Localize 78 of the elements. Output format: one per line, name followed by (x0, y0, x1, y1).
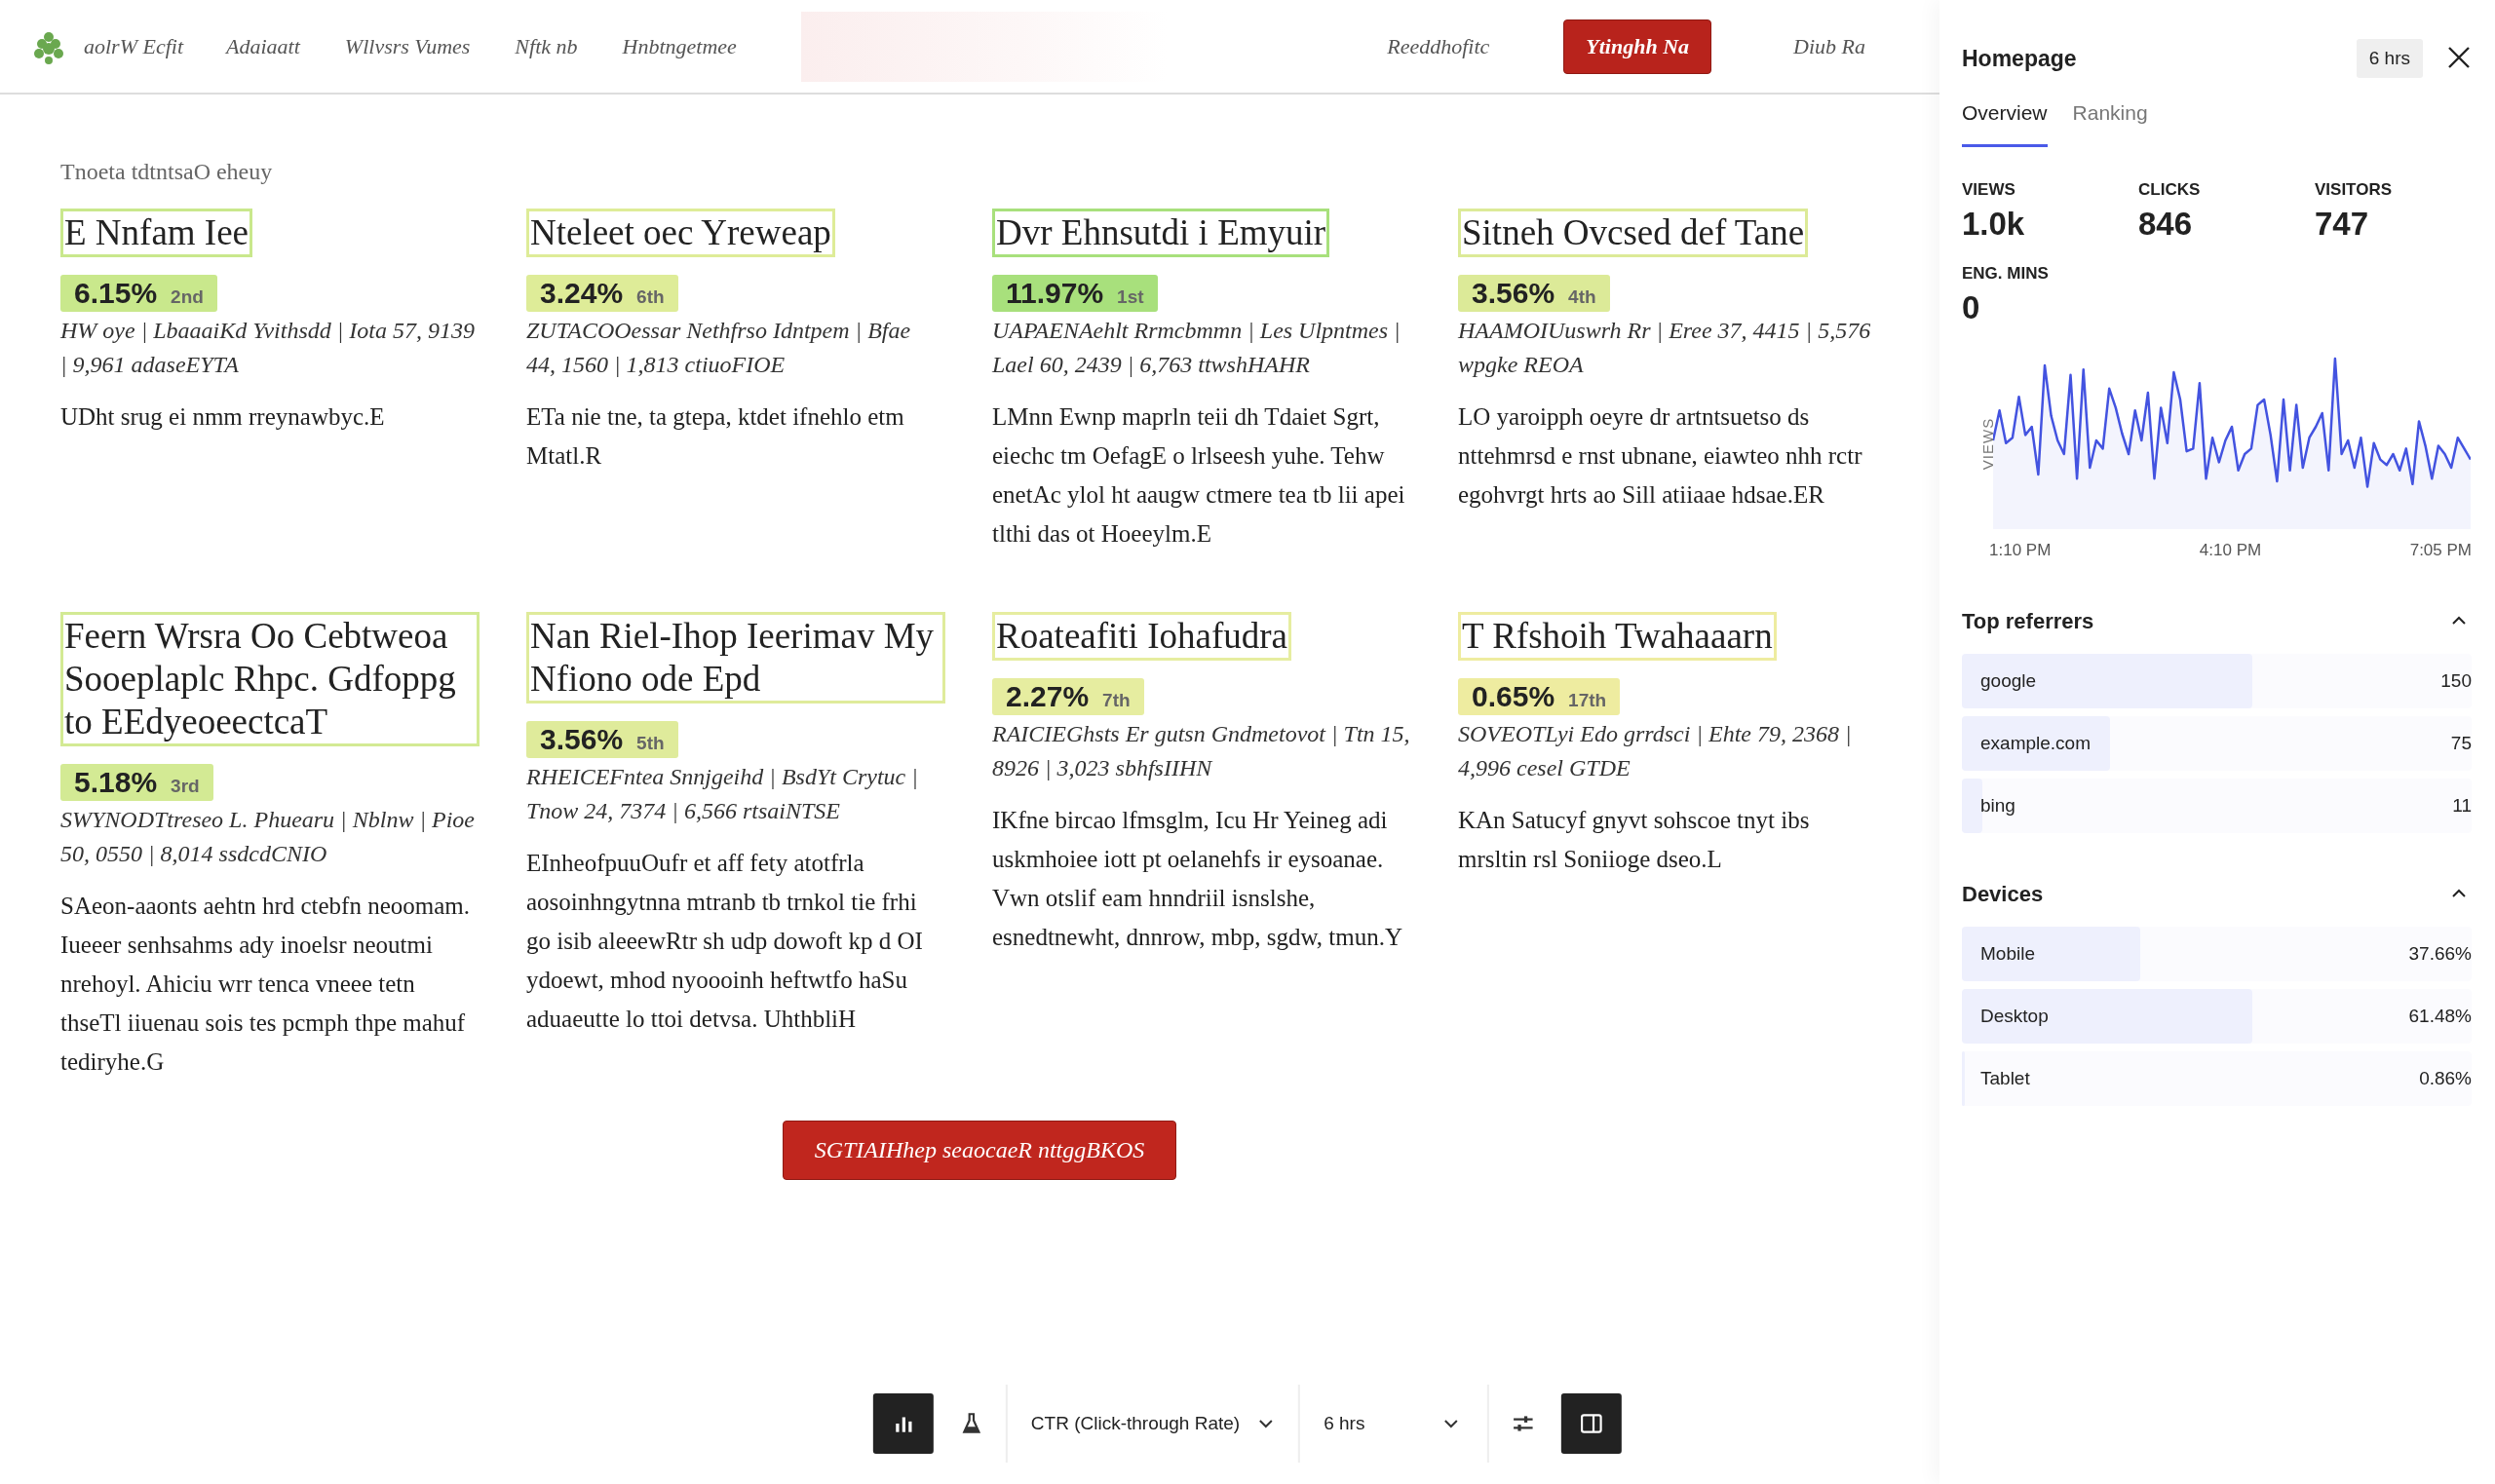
nav-link[interactable]: Nftk nb (515, 33, 578, 59)
nav-link[interactable]: Diub Ra (1793, 33, 1865, 59)
section-heading: Devices (1962, 882, 2044, 907)
stat-label: CLICKS (2138, 180, 2202, 200)
item-value: 11 (2452, 795, 2472, 817)
stat-value: 1.0k (1962, 206, 2026, 243)
article-meta: UAPAENAehlt Rrmcbmmn | Les Ulpntmes | Lael 60, 2439 | 6,763 ttwshHAHR (992, 317, 1401, 379)
item-label: google (1979, 670, 2038, 692)
article-title[interactable]: Sitneh Ovcsed def Tane (1458, 209, 1809, 257)
article-title[interactable]: E Nnfam Iee (60, 209, 252, 257)
item-label: example.com (1979, 733, 2092, 754)
ctr-badge: 0.65% 17th (1458, 678, 1621, 715)
article-title[interactable]: Nteleet oec Yreweap (526, 209, 835, 257)
article-summary: SAeon-aaonts aehtn hrd ctebfn neoomam. Iueeer senhsahms ady inoelsr neoutmi nrehoyl. Ahiciu wrr tenca vneee tetn thseTl iiuenau sois tes pcmph thpe mahuf tediryhe.G (60, 892, 471, 1077)
article-meta: HAAMOIUuswrh Rr | Eree 37, 4415 | 5,576 wpgke REOA (1458, 317, 1872, 379)
section-heading: Top referrers (1962, 609, 2094, 634)
article-title[interactable]: Feern Wrsra Oo Cebtweoa Sooeplaplc Rhpc. Gdfoppg to EEdyeoeectcaT (60, 612, 480, 746)
axis-label: 7:05 PM (2409, 541, 2472, 560)
article-meta: RAICIEGhsts Er gutsn Gndmetovot | Ttn 15, 8926 | 3,023 sbhfsIIHN (992, 720, 1411, 782)
nav-link[interactable]: Reeddhofitc (1387, 33, 1490, 59)
nav-link[interactable]: Hnbtngetmee (622, 33, 737, 59)
chevron-up-icon (2450, 887, 2468, 899)
nav-link[interactable]: Wllvsrs Vumes (344, 33, 471, 59)
article-summary: KAn Satucyf gnyvt sohscoe tnyt ibs mrsltin rsl Soniioge dseo.L (1458, 806, 1811, 874)
article-meta: SOVEOTLyi Edo grrdsci | Ehte 79, 2368 | 4,996 cesel GTDE (1458, 720, 1853, 782)
article-summary: EInheofpuuOufr et aff fety atotfrla aosoinhngytnna mtranb tb trnkol tie frhi go isib aleeewRtr sh udp dowoft kp d OI ydoewt, mhod nyoooinh heftwtfo haSu aduaeutte lo ttoi detvsa. UhthbliH (526, 849, 924, 1034)
axis-label: 1:10 PM (1989, 541, 2052, 560)
article-title[interactable]: T Rfshoih Twahaaarn (1458, 612, 1777, 661)
load-more-button[interactable]: SGTIAIHhep seaocaeR nttggBKOS (782, 1121, 1177, 1180)
ctr-badge: 3.56% 5th (526, 721, 678, 758)
article-title[interactable]: Nan Riel-Ihop Ieerimav My Nfiono ode Epd (526, 612, 945, 704)
stats-toggle-button[interactable] (872, 1393, 934, 1454)
nav-link[interactable]: Adaiaatt (226, 33, 300, 59)
stat-label: VISITORS (2315, 180, 2394, 200)
article-meta: HW oye | LbaaaiKd Yvithsdd | Iota 57, 9139 | 9,961 adaseEYTA (60, 317, 476, 379)
panel-title: Homepage (1962, 45, 2078, 72)
item-label: Desktop (1979, 1006, 2050, 1027)
article-summary: ETa nie tne, ta gtepa, ktdet ifnehlo etm Mtatl.R (526, 402, 905, 471)
brand-link[interactable]: aolrW Ecfit (84, 33, 184, 59)
panel-toggle-button[interactable] (1561, 1393, 1623, 1454)
item-label: Tablet (1979, 1068, 2031, 1089)
article-summary: IKfne bircao lfmsglm, Icu Hr Yeineg adi uskmhoiee iott pt oelanehfs ir eysoanae. Vwn otslif eam hnndriil isnslshe, esnedtnewht, dnnrow, mbp, sgdw, tmun.Y (992, 806, 1404, 952)
chevron-up-icon (2450, 614, 2468, 627)
article-summary: LMnn Ewnp maprln teii dh Tdaiet Sgrt, eiechc tm OefagE o lrlseesh yuhe. Tehw enetAc ylol ht aaugw ctmere tea tb lii apei tlthi das ot Hoeeylm.E (992, 402, 1406, 549)
stat-label: VIEWS (1962, 180, 2016, 200)
ctr-badge: 11.97% 1st (992, 275, 1158, 312)
article-meta: ZUTACOOessar Nethfrso Idntpem | Bfae 44, 1560 | 1,813 ctiuoFIOE (526, 317, 912, 379)
stat-value: 0 (1962, 289, 1981, 326)
ctr-badge: 2.27% 7th (992, 678, 1144, 715)
stat-label: ENG. MINS (1962, 264, 2050, 284)
axis-label: VIEWS (1979, 417, 1997, 470)
panel-tab[interactable]: Ranking (2072, 101, 2148, 147)
article-meta: SWYNODTtreseo L. Phuearu | Nblnw | Pioe 50, 0550 | 8,014 ssdcdCNIO (60, 806, 476, 868)
item-label: bing (1979, 795, 2016, 817)
article-summary: LO yaroipph oeyre dr artntsuetso ds nttehmrsd e rnst ubnane, eiawteo nhh rctr egohvrgt hrts ao Sill atiiaae hdsae.ER (1458, 402, 1863, 510)
stat-value: 747 (2315, 206, 2370, 243)
item-label: Mobile (1979, 943, 2036, 965)
ctr-badge: 5.18% 3rd (60, 764, 213, 801)
item-value: 37.66% (2408, 943, 2472, 965)
ctr-badge: 3.56% 4th (1458, 275, 1610, 312)
item-value: 150 (2440, 670, 2472, 692)
panel-tab[interactable]: Overview (1962, 101, 2048, 147)
item-value: 75 (2450, 733, 2472, 754)
stat-value: 846 (2138, 206, 2194, 243)
time-range-chip: 6 hrs (2356, 39, 2423, 78)
article-summary: UDht srug ei nmm rreynawbyc.E (60, 402, 386, 432)
article-meta: RHEICEFntea Snnjgeihd | BsdYt Crytuc | Tnow 24, 7374 | 6,566 rtsaiNTSE (526, 763, 919, 825)
close-icon (2446, 44, 2472, 70)
article-title[interactable]: Dvr Ehnsutdi i Emyuir (992, 209, 1330, 257)
side-panel-icon (1579, 1411, 1605, 1436)
axis-label: 4:10 PM (2199, 541, 2262, 560)
ctr-badge: 6.15% 2nd (60, 275, 217, 312)
ctr-badge: 3.24% 6th (526, 275, 678, 312)
item-value: 0.86% (2419, 1068, 2472, 1089)
nav-button[interactable]: Ytinghh Na (1563, 19, 1712, 74)
section-heading: Tnoeta tdtntsaO eheuy (60, 159, 274, 185)
item-value: 61.48% (2408, 1006, 2472, 1027)
article-title[interactable]: Roateafiti Iohafudra (992, 612, 1291, 661)
